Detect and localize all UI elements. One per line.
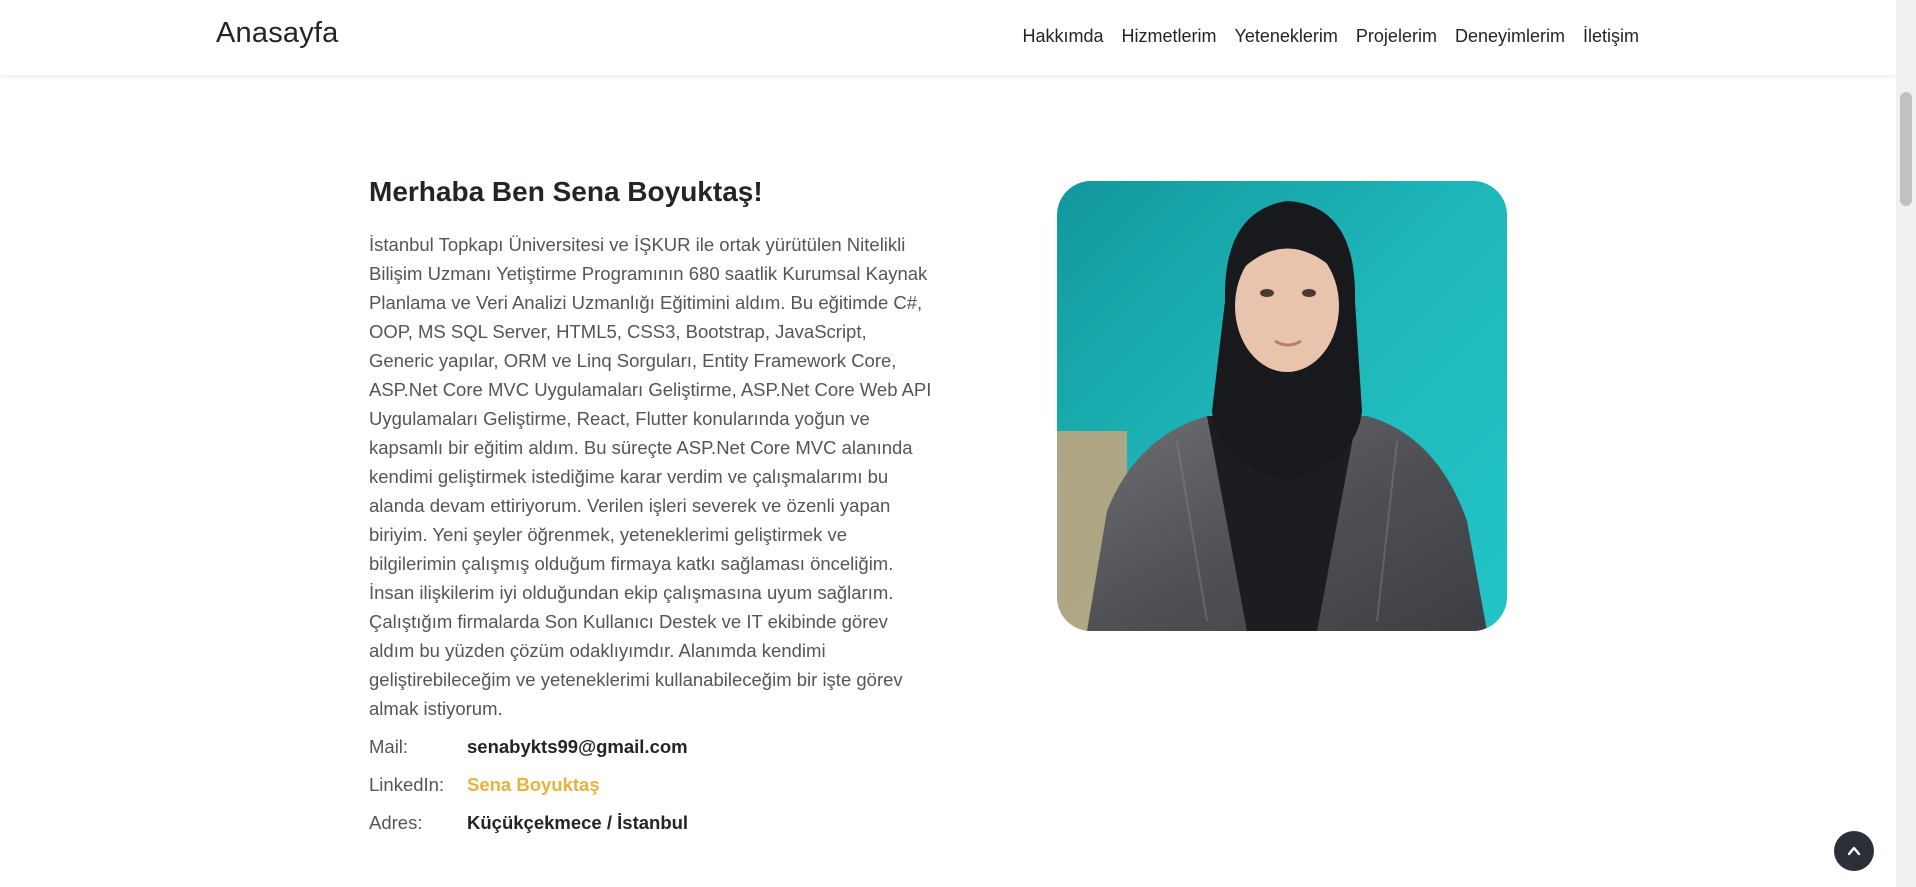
nav-link-hakkimda[interactable]: Hakkımda [1013, 24, 1112, 48]
nav-link-hizmetlerim[interactable]: Hizmetlerim [1113, 24, 1226, 48]
linkedin-link[interactable]: Sena Boyuktaş [467, 774, 600, 796]
contact-info: Mail: senabykts99@gmail.com LinkedIn: Se… [369, 728, 969, 842]
nav-link-yeteneklerim[interactable]: Yeteneklerim [1226, 24, 1347, 48]
linkedin-label: LinkedIn: [369, 774, 445, 795]
brand-link[interactable]: Anasayfa [216, 17, 339, 50]
about-title: Merhaba Ben Sena Boyuktaş! [369, 176, 763, 207]
mail-label: Mail: [369, 736, 409, 757]
address-value: Küçükçekmece / İstanbul [467, 812, 689, 833]
page-scrollbar[interactable] [1896, 0, 1916, 887]
about-text: İstanbul Topkapı Üniversitesi ve İŞKUR i… [369, 234, 932, 719]
nav-link-deneyimlerim[interactable]: Deneyimlerim [1446, 24, 1574, 48]
nav-links: Hakkımda Hizmetlerim Yeteneklerim Projel… [1013, 24, 1648, 48]
scrollbar-thumb[interactable] [1900, 92, 1912, 206]
mail-value: senabykts99@gmail.com [467, 736, 688, 757]
navbar: Anasayfa Hakkımda Hizmetlerim Yetenekler… [0, 0, 1896, 75]
profile-photo-illustration [1057, 181, 1507, 631]
address-label: Adres: [369, 812, 423, 833]
nav-link-iletisim[interactable]: İletişim [1574, 24, 1648, 48]
info-row-mail: Mail: senabykts99@gmail.com [369, 728, 969, 766]
info-row-linkedin: LinkedIn: Sena Boyuktaş [369, 766, 969, 804]
info-row-address: Adres: Küçükçekmece / İstanbul [369, 804, 969, 842]
back-to-top-button[interactable] [1834, 831, 1874, 871]
chevron-up-icon [1847, 846, 1861, 856]
nav-link-projelerim[interactable]: Projelerim [1347, 24, 1446, 48]
profile-photo [1057, 181, 1507, 631]
